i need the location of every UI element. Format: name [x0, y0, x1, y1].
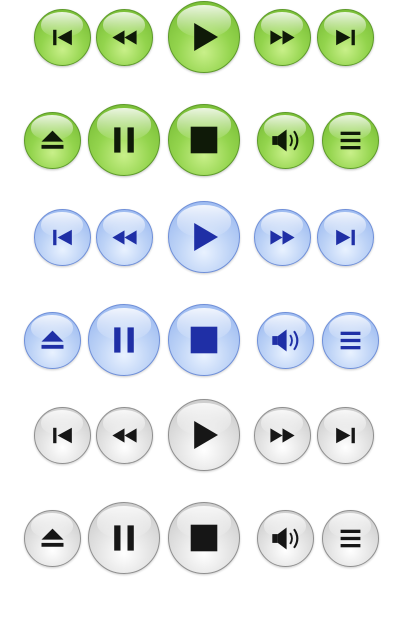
green-volume-button[interactable]: [256, 111, 314, 169]
blue-volume-button[interactable]: [256, 311, 314, 369]
pause-icon: [114, 127, 134, 153]
blue-skip-back-button[interactable]: [33, 208, 91, 266]
green-fast-forward-button[interactable]: [253, 8, 311, 66]
blue-fast-forward-button[interactable]: [253, 208, 311, 266]
gray-menu-button[interactable]: [321, 509, 379, 567]
eject-icon: [41, 330, 63, 349]
eject-icon: [41, 130, 63, 149]
volume-icon: [271, 129, 298, 151]
gray-volume-button[interactable]: [256, 509, 314, 567]
skip-forward-icon: [335, 229, 355, 245]
stop-icon: [190, 524, 218, 552]
fast-forward-icon: [269, 29, 295, 45]
media-buttons-sheet: [0, 0, 402, 621]
green-eject-button[interactable]: [23, 111, 81, 169]
gray-play-button[interactable]: [168, 399, 240, 471]
gray-fast-forward-button[interactable]: [253, 406, 311, 464]
blue-play-button[interactable]: [168, 201, 240, 273]
fast-forward-icon: [269, 229, 295, 245]
blue-rewind-button[interactable]: [95, 208, 153, 266]
green-rewind-button[interactable]: [95, 8, 153, 66]
pause-icon: [114, 525, 134, 551]
gray-eject-button[interactable]: [23, 509, 81, 567]
gray-rewind-button[interactable]: [95, 406, 153, 464]
green-menu-button[interactable]: [321, 111, 379, 169]
rewind-icon: [111, 229, 137, 245]
play-icon: [194, 223, 218, 251]
skip-back-icon: [52, 229, 72, 245]
skip-back-icon: [52, 427, 72, 443]
volume-icon: [271, 329, 298, 351]
skip-forward-icon: [335, 29, 355, 45]
blue-stop-button[interactable]: [168, 304, 240, 376]
menu-icon: [340, 131, 360, 149]
gray-skip-forward-button[interactable]: [316, 406, 374, 464]
gray-stop-button[interactable]: [168, 502, 240, 574]
play-icon: [194, 421, 218, 449]
blue-skip-forward-button[interactable]: [316, 208, 374, 266]
menu-icon: [340, 331, 360, 349]
green-play-button[interactable]: [168, 1, 240, 73]
green-stop-button[interactable]: [168, 104, 240, 176]
blue-eject-button[interactable]: [23, 311, 81, 369]
menu-icon: [340, 529, 360, 547]
gray-pause-button[interactable]: [88, 502, 160, 574]
green-skip-back-button[interactable]: [33, 8, 91, 66]
blue-pause-button[interactable]: [88, 304, 160, 376]
pause-icon: [114, 327, 134, 353]
stop-icon: [190, 126, 218, 154]
rewind-icon: [111, 29, 137, 45]
eject-icon: [41, 528, 63, 547]
stop-icon: [190, 326, 218, 354]
blue-menu-button[interactable]: [321, 311, 379, 369]
fast-forward-icon: [269, 427, 295, 443]
volume-icon: [271, 527, 298, 549]
gray-skip-back-button[interactable]: [33, 406, 91, 464]
play-icon: [194, 23, 218, 51]
green-skip-forward-button[interactable]: [316, 8, 374, 66]
skip-forward-icon: [335, 427, 355, 443]
rewind-icon: [111, 427, 137, 443]
skip-back-icon: [52, 29, 72, 45]
green-pause-button[interactable]: [88, 104, 160, 176]
